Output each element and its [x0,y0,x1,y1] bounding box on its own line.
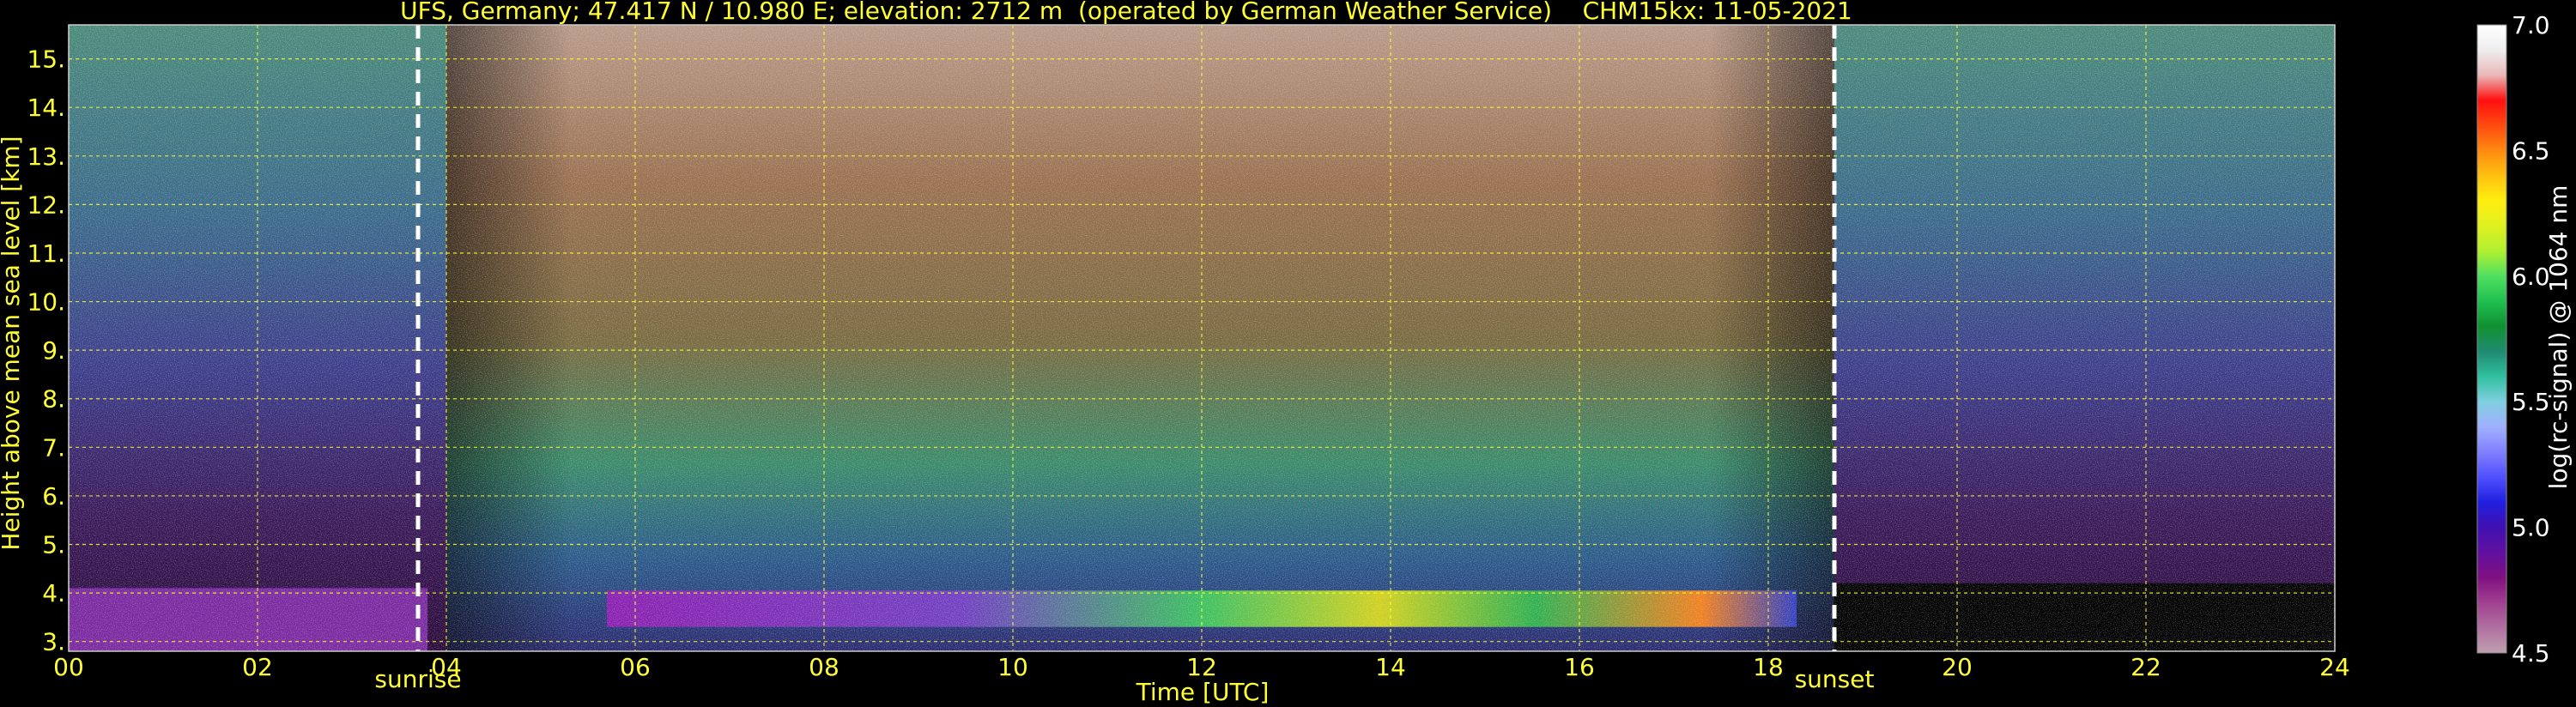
x-tick-label: 22 [2131,653,2161,681]
colorbar-tick: 4.5 [2512,639,2550,668]
y-axis-label: Height above mean sea level [km] [0,136,25,550]
backscatter-field [69,25,2335,651]
sunset-label: sunset [1795,665,1875,693]
y-tick-label: 6. [42,482,65,511]
x-tick-label: 08 [809,653,839,681]
y-tick-label: 13. [27,142,65,171]
x-tick-label: 10 [997,653,1028,681]
x-tick-label: 14 [1375,653,1406,681]
colorbar-tick: 6.5 [2512,136,2550,165]
y-tick-label: 11. [27,239,65,268]
y-tick-label: 9. [42,336,65,365]
x-axis-label: Time [UTC] [1136,678,1270,706]
x-tick-label: 20 [1942,653,1973,681]
field-noise [69,25,2335,651]
x-tick-label: 18 [1753,653,1784,681]
y-tick-label: 15. [27,45,65,74]
colorbar-label: log(rc-signal) @ 1064 nm [2544,185,2573,490]
y-tick-label: 5. [42,531,65,559]
y-tick-label: 10. [27,288,65,317]
colorbar-tick: 7.0 [2512,11,2550,39]
ceilometer-chart: sunrise sunset 00 02 04 06 08 10 12 14 16 18 20 22 24… [0,0,2573,706]
x-tick-label: 00 [53,653,84,681]
y-tick-labels: 3. 4. 5. 6. 7. 8. 9. 10. 11. 12. 13. 14. 15. [27,45,65,656]
chart-title: UFS, Germany; 47.417 N / 10.980 E; eleva… [400,0,1852,25]
colorbar-scale [2476,24,2507,654]
x-tick-label: 24 [2319,653,2350,681]
y-tick-label: 7. [42,433,65,462]
y-tick-label: 4. [42,579,65,607]
x-tick-label: 04 [431,653,462,681]
y-tick-label: 8. [42,385,65,414]
x-tick-label: 06 [620,653,651,681]
y-tick-label: 14. [27,94,65,122]
colorbar [2476,24,2507,654]
y-tick-label: 3. [42,628,65,656]
x-tick-label: 02 [242,653,273,681]
y-tick-label: 12. [27,190,65,219]
colorbar-tick: 5.0 [2512,514,2550,542]
x-tick-label: 16 [1564,653,1595,681]
